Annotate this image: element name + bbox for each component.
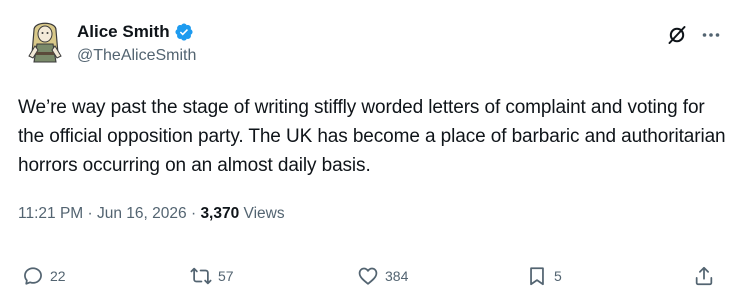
bookmark-icon — [530, 267, 544, 286]
author-names: Alice Smith @TheAliceSmith — [77, 21, 196, 66]
display-name[interactable]: Alice Smith — [77, 21, 170, 43]
post-time[interactable]: 11:21 PM — [18, 205, 83, 222]
tweet-meta: 11:21 PM · Jun 16, 2026 · 3,370 Views — [18, 203, 285, 225]
like-count: 384 — [385, 268, 409, 284]
grok-icon[interactable] — [666, 24, 688, 46]
handle[interactable]: @TheAliceSmith — [77, 46, 196, 66]
like-icon — [358, 267, 378, 285]
post-date[interactable]: Jun 16, 2026 — [97, 205, 187, 222]
repost-icon — [190, 267, 212, 285]
avatar-image — [20, 16, 70, 66]
share-icon — [695, 266, 713, 286]
action-bar: 22 57 384 5 — [0, 260, 744, 292]
display-name-row: Alice Smith — [77, 21, 196, 43]
repost-button[interactable]: 57 — [190, 260, 234, 292]
tweet-text: We’re way past the stage of writing stif… — [18, 97, 726, 176]
views-count: 3,370 — [200, 205, 240, 222]
views-label: Views — [243, 205, 285, 222]
meta-separator: · — [87, 205, 93, 222]
more-options-icon[interactable] — [700, 24, 722, 46]
bookmark-button[interactable]: 5 — [526, 260, 562, 292]
meta-separator: · — [190, 205, 197, 222]
bookmark-count: 5 — [554, 268, 562, 284]
share-button[interactable] — [693, 260, 715, 292]
reply-button[interactable]: 22 — [22, 260, 66, 292]
like-button[interactable]: 384 — [357, 260, 408, 292]
reply-icon — [24, 267, 42, 285]
reply-count: 22 — [50, 268, 66, 284]
tweet: Alice Smith @TheAliceSmith We’re way pas… — [0, 0, 744, 307]
avatar[interactable] — [20, 16, 70, 66]
tweet-header: Alice Smith @TheAliceSmith — [16, 10, 728, 74]
repost-count: 57 — [218, 268, 234, 284]
verified-badge-icon[interactable] — [174, 22, 194, 42]
